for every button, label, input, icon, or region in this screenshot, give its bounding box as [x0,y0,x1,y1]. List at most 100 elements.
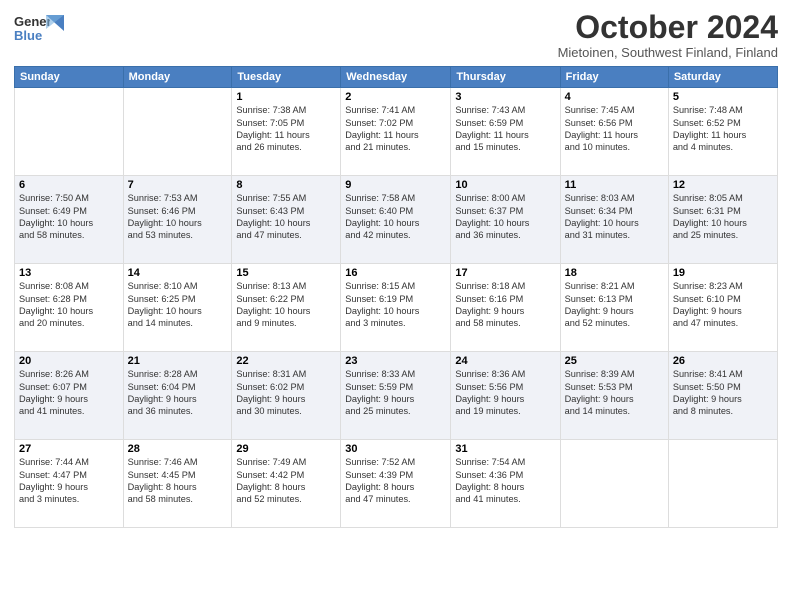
day-info: Sunrise: 7:55 AMSunset: 6:43 PMDaylight:… [236,192,336,242]
day-info: Sunrise: 8:26 AMSunset: 6:07 PMDaylight:… [19,368,119,418]
table-cell: 23Sunrise: 8:33 AMSunset: 5:59 PMDayligh… [341,352,451,440]
svg-text:Blue: Blue [14,28,42,43]
header-area: General Blue October 2024 Mietoinen, Sou… [14,10,778,60]
svg-text:General: General [14,14,50,29]
day-number: 9 [345,179,446,191]
day-info: Sunrise: 7:41 AMSunset: 7:02 PMDaylight:… [345,104,446,154]
day-number: 30 [345,443,446,455]
table-cell [15,88,124,176]
table-cell: 12Sunrise: 8:05 AMSunset: 6:31 PMDayligh… [668,176,777,264]
day-info: Sunrise: 7:49 AMSunset: 4:42 PMDaylight:… [236,456,336,506]
calendar-header: Sunday Monday Tuesday Wednesday Thursday… [15,67,778,88]
page-container: General Blue October 2024 Mietoinen, Sou… [0,0,792,538]
table-cell [123,88,232,176]
week-row: 13Sunrise: 8:08 AMSunset: 6:28 PMDayligh… [15,264,778,352]
day-number: 4 [565,91,664,103]
day-number: 23 [345,355,446,367]
day-info: Sunrise: 8:33 AMSunset: 5:59 PMDaylight:… [345,368,446,418]
day-info: Sunrise: 8:23 AMSunset: 6:10 PMDaylight:… [673,280,773,330]
day-number: 18 [565,267,664,279]
day-info: Sunrise: 7:48 AMSunset: 6:52 PMDaylight:… [673,104,773,154]
day-number: 22 [236,355,336,367]
table-cell: 7Sunrise: 7:53 AMSunset: 6:46 PMDaylight… [123,176,232,264]
day-info: Sunrise: 7:46 AMSunset: 4:45 PMDaylight:… [128,456,228,506]
header-saturday: Saturday [668,67,777,88]
day-info: Sunrise: 8:00 AMSunset: 6:37 PMDaylight:… [455,192,555,242]
day-info: Sunrise: 8:08 AMSunset: 6:28 PMDaylight:… [19,280,119,330]
day-number: 3 [455,91,555,103]
day-number: 27 [19,443,119,455]
table-cell: 11Sunrise: 8:03 AMSunset: 6:34 PMDayligh… [560,176,668,264]
day-number: 26 [673,355,773,367]
subtitle: Mietoinen, Southwest Finland, Finland [558,45,778,60]
day-info: Sunrise: 8:13 AMSunset: 6:22 PMDaylight:… [236,280,336,330]
day-number: 19 [673,267,773,279]
logo-arrow-icon [46,15,64,37]
table-cell: 26Sunrise: 8:41 AMSunset: 5:50 PMDayligh… [668,352,777,440]
header-sunday: Sunday [15,67,124,88]
day-number: 10 [455,179,555,191]
table-cell: 10Sunrise: 8:00 AMSunset: 6:37 PMDayligh… [451,176,560,264]
table-cell [668,440,777,528]
day-info: Sunrise: 7:52 AMSunset: 4:39 PMDaylight:… [345,456,446,506]
day-number: 25 [565,355,664,367]
week-row: 1Sunrise: 7:38 AMSunset: 7:05 PMDaylight… [15,88,778,176]
day-info: Sunrise: 7:53 AMSunset: 6:46 PMDaylight:… [128,192,228,242]
day-info: Sunrise: 8:05 AMSunset: 6:31 PMDaylight:… [673,192,773,242]
table-cell: 27Sunrise: 7:44 AMSunset: 4:47 PMDayligh… [15,440,124,528]
day-info: Sunrise: 8:15 AMSunset: 6:19 PMDaylight:… [345,280,446,330]
day-info: Sunrise: 7:44 AMSunset: 4:47 PMDaylight:… [19,456,119,506]
logo: General Blue [14,10,64,46]
day-info: Sunrise: 7:43 AMSunset: 6:59 PMDaylight:… [455,104,555,154]
table-cell: 2Sunrise: 7:41 AMSunset: 7:02 PMDaylight… [341,88,451,176]
table-cell: 17Sunrise: 8:18 AMSunset: 6:16 PMDayligh… [451,264,560,352]
day-number: 21 [128,355,228,367]
day-number: 29 [236,443,336,455]
title-block: October 2024 Mietoinen, Southwest Finlan… [558,10,778,60]
header-monday: Monday [123,67,232,88]
day-number: 8 [236,179,336,191]
week-row: 27Sunrise: 7:44 AMSunset: 4:47 PMDayligh… [15,440,778,528]
table-cell: 22Sunrise: 8:31 AMSunset: 6:02 PMDayligh… [232,352,341,440]
day-number: 1 [236,91,336,103]
day-info: Sunrise: 8:03 AMSunset: 6:34 PMDaylight:… [565,192,664,242]
table-cell: 31Sunrise: 7:54 AMSunset: 4:36 PMDayligh… [451,440,560,528]
month-title: October 2024 [558,10,778,45]
table-cell: 14Sunrise: 8:10 AMSunset: 6:25 PMDayligh… [123,264,232,352]
table-cell [560,440,668,528]
header-wednesday: Wednesday [341,67,451,88]
table-cell: 28Sunrise: 7:46 AMSunset: 4:45 PMDayligh… [123,440,232,528]
table-cell: 5Sunrise: 7:48 AMSunset: 6:52 PMDaylight… [668,88,777,176]
day-number: 14 [128,267,228,279]
table-cell: 29Sunrise: 7:49 AMSunset: 4:42 PMDayligh… [232,440,341,528]
day-number: 31 [455,443,555,455]
day-info: Sunrise: 8:31 AMSunset: 6:02 PMDaylight:… [236,368,336,418]
day-info: Sunrise: 8:10 AMSunset: 6:25 PMDaylight:… [128,280,228,330]
table-cell: 1Sunrise: 7:38 AMSunset: 7:05 PMDaylight… [232,88,341,176]
day-number: 16 [345,267,446,279]
day-number: 28 [128,443,228,455]
day-info: Sunrise: 8:18 AMSunset: 6:16 PMDaylight:… [455,280,555,330]
day-number: 13 [19,267,119,279]
week-row: 20Sunrise: 8:26 AMSunset: 6:07 PMDayligh… [15,352,778,440]
table-cell: 4Sunrise: 7:45 AMSunset: 6:56 PMDaylight… [560,88,668,176]
day-number: 2 [345,91,446,103]
day-number: 7 [128,179,228,191]
calendar-body: 1Sunrise: 7:38 AMSunset: 7:05 PMDaylight… [15,88,778,528]
day-number: 12 [673,179,773,191]
week-row: 6Sunrise: 7:50 AMSunset: 6:49 PMDaylight… [15,176,778,264]
table-cell: 20Sunrise: 8:26 AMSunset: 6:07 PMDayligh… [15,352,124,440]
day-info: Sunrise: 7:58 AMSunset: 6:40 PMDaylight:… [345,192,446,242]
table-cell: 21Sunrise: 8:28 AMSunset: 6:04 PMDayligh… [123,352,232,440]
logo-icon: General Blue [14,10,50,46]
table-cell: 15Sunrise: 8:13 AMSunset: 6:22 PMDayligh… [232,264,341,352]
day-info: Sunrise: 8:28 AMSunset: 6:04 PMDaylight:… [128,368,228,418]
day-number: 20 [19,355,119,367]
day-info: Sunrise: 8:36 AMSunset: 5:56 PMDaylight:… [455,368,555,418]
calendar-table: Sunday Monday Tuesday Wednesday Thursday… [14,66,778,528]
day-info: Sunrise: 7:50 AMSunset: 6:49 PMDaylight:… [19,192,119,242]
day-info: Sunrise: 7:38 AMSunset: 7:05 PMDaylight:… [236,104,336,154]
day-number: 6 [19,179,119,191]
day-info: Sunrise: 8:41 AMSunset: 5:50 PMDaylight:… [673,368,773,418]
day-number: 15 [236,267,336,279]
